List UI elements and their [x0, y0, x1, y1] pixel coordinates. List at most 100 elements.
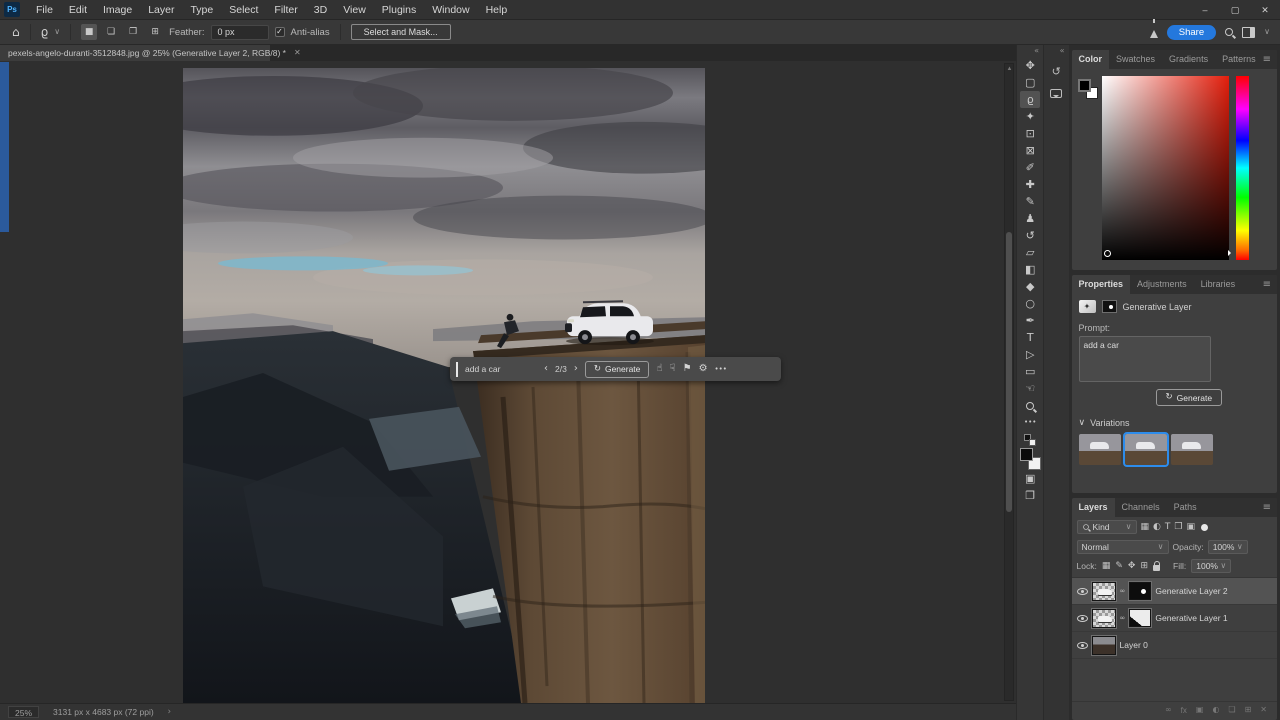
variation-thumbnail-3[interactable]: [1170, 434, 1213, 465]
filter-pixel-icon[interactable]: ▦: [1141, 522, 1150, 532]
quick-mask-button[interactable]: ▣: [1020, 470, 1040, 487]
brush-tool[interactable]: ✎: [1020, 193, 1040, 210]
menu-type[interactable]: Type: [182, 0, 221, 20]
menu-3d[interactable]: 3D: [306, 0, 335, 20]
layer-effects-icon[interactable]: fx: [1181, 706, 1187, 715]
magic-wand-tool[interactable]: ✦: [1020, 108, 1040, 125]
marquee-tool[interactable]: ▢: [1020, 74, 1040, 91]
blur-tool[interactable]: ◆: [1020, 278, 1040, 295]
expand-dock-icon[interactable]: «: [1044, 45, 1069, 57]
blend-mode-dropdown[interactable]: Normal ∨: [1076, 540, 1169, 554]
close-tab-icon[interactable]: ✕: [294, 49, 301, 57]
layer-row-generative-2[interactable]: ∞ Generative Layer 2: [1071, 578, 1277, 605]
lock-all-icon[interactable]: [1153, 560, 1160, 571]
home-icon[interactable]: ⌂: [12, 26, 20, 38]
new-group-icon[interactable]: ❏: [1228, 706, 1235, 715]
menu-help[interactable]: Help: [478, 0, 516, 20]
panel-menu-icon[interactable]: ≡: [1263, 275, 1277, 294]
menu-image[interactable]: Image: [95, 0, 140, 20]
tech-preview-icon[interactable]: [1149, 19, 1158, 38]
visibility-eye-icon[interactable]: [1076, 587, 1088, 595]
tab-color[interactable]: Color: [1071, 50, 1110, 69]
foreground-background-swatches[interactable]: [1019, 448, 1042, 470]
opacity-input[interactable]: 100% ∨: [1207, 540, 1248, 554]
panel-menu-icon[interactable]: ≡: [1263, 50, 1277, 69]
add-mask-icon[interactable]: ▣: [1196, 706, 1204, 715]
lock-pixels-icon[interactable]: ✎: [1115, 561, 1123, 571]
tab-libraries[interactable]: Libraries: [1194, 275, 1243, 294]
document-info[interactable]: 3131 px x 4683 px (72 ppi): [49, 707, 158, 717]
move-tool[interactable]: ✥: [1020, 57, 1040, 74]
filter-smart-object-icon[interactable]: ▣: [1186, 522, 1195, 532]
menu-plugins[interactable]: Plugins: [374, 0, 424, 20]
scrollbar-thumb[interactable]: [1006, 232, 1013, 512]
eyedropper-tool[interactable]: ✐: [1020, 159, 1040, 176]
tab-patterns[interactable]: Patterns: [1215, 50, 1263, 69]
screen-mode-button[interactable]: ❐: [1020, 487, 1040, 504]
lasso-tool-icon[interactable]: ϱ: [41, 26, 49, 38]
thumbs-up-icon[interactable]: ☝: [656, 364, 662, 374]
new-selection-button[interactable]: ■: [81, 24, 98, 40]
add-selection-button[interactable]: ❏: [103, 24, 119, 40]
more-options-icon[interactable]: •••: [715, 365, 727, 373]
layer-thumbnail[interactable]: [1090, 580, 1117, 602]
lock-transparency-icon[interactable]: ▦: [1102, 561, 1111, 571]
clone-stamp-tool[interactable]: ♟: [1020, 210, 1040, 227]
collapse-toolbar-icon[interactable]: «: [1017, 45, 1043, 57]
hue-slider[interactable]: [1235, 76, 1249, 260]
generate-button-panel[interactable]: ↻ Generate: [1155, 389, 1223, 406]
prompt-textarea[interactable]: add a car: [1078, 336, 1211, 382]
hand-tool[interactable]: ☜: [1020, 380, 1040, 397]
crop-tool[interactable]: ⊡: [1020, 125, 1040, 142]
antialias-checkbox[interactable]: ✓: [274, 27, 285, 37]
status-chevron-icon[interactable]: ›: [168, 708, 171, 717]
prompt-input[interactable]: add a car: [465, 364, 537, 374]
tab-layers[interactable]: Layers: [1071, 498, 1115, 517]
layer-mask-thumbnail[interactable]: [1128, 581, 1153, 601]
tab-properties[interactable]: Properties: [1071, 275, 1131, 294]
lock-position-icon[interactable]: ✥: [1128, 561, 1136, 571]
chevron-down-icon[interactable]: ∨: [1264, 28, 1270, 36]
link-layers-icon[interactable]: ∞: [1165, 706, 1172, 715]
variation-thumbnail-2[interactable]: [1122, 432, 1169, 467]
tab-adjustments[interactable]: Adjustments: [1130, 275, 1194, 294]
menu-select[interactable]: Select: [221, 0, 266, 20]
kind-filter-dropdown[interactable]: Kind ∨: [1076, 520, 1137, 534]
canvas-image[interactable]: [183, 68, 705, 703]
comments-panel-icon[interactable]: [1047, 85, 1065, 101]
scroll-up-icon[interactable]: ▲: [1005, 64, 1013, 74]
feather-input[interactable]: 0 px: [210, 24, 269, 40]
minimize-button[interactable]: –: [1190, 0, 1220, 20]
lock-artboard-icon[interactable]: ⊞: [1140, 561, 1148, 571]
pen-tool[interactable]: ✒: [1020, 312, 1040, 329]
layer-name[interactable]: Generative Layer 1: [1155, 613, 1227, 623]
settings-icon[interactable]: ⚙: [699, 364, 708, 374]
menu-view[interactable]: View: [335, 0, 374, 20]
maximize-button[interactable]: ▢: [1220, 0, 1250, 20]
document-tab[interactable]: pexels-angelo-duranti-3512848.jpg @ 25% …: [0, 45, 301, 61]
menu-layer[interactable]: Layer: [140, 0, 182, 20]
tab-gradients[interactable]: Gradients: [1162, 50, 1215, 69]
tab-channels[interactable]: Channels: [1115, 498, 1167, 517]
chevron-down-icon[interactable]: ∨: [54, 28, 60, 36]
close-button[interactable]: ✕: [1250, 0, 1280, 20]
panel-menu-icon[interactable]: ≡: [1263, 498, 1277, 517]
generate-button[interactable]: ↻ Generate: [584, 360, 650, 378]
history-panel-icon[interactable]: ↺: [1047, 63, 1065, 79]
layer-row-generative-1[interactable]: ∞ Generative Layer 1: [1071, 605, 1277, 632]
share-button[interactable]: Share: [1166, 24, 1217, 40]
fg-bg-color-swatches[interactable]: [1077, 79, 1098, 99]
search-icon[interactable]: [1225, 28, 1234, 36]
visibility-eye-icon[interactable]: [1076, 641, 1088, 649]
menu-file[interactable]: File: [28, 0, 61, 20]
visibility-eye-icon[interactable]: [1076, 614, 1088, 622]
type-tool[interactable]: T: [1020, 329, 1040, 346]
menu-edit[interactable]: Edit: [61, 0, 95, 20]
layer-thumbnail[interactable]: [1090, 607, 1117, 629]
lasso-tool[interactable]: ϱ: [1020, 91, 1041, 108]
next-variation-icon[interactable]: ›: [574, 364, 578, 374]
layer-mask-thumbnail[interactable]: [1128, 608, 1153, 628]
eraser-tool[interactable]: ▱: [1020, 244, 1040, 261]
menu-window[interactable]: Window: [424, 0, 477, 20]
subtract-selection-button[interactable]: ❐: [125, 24, 141, 40]
